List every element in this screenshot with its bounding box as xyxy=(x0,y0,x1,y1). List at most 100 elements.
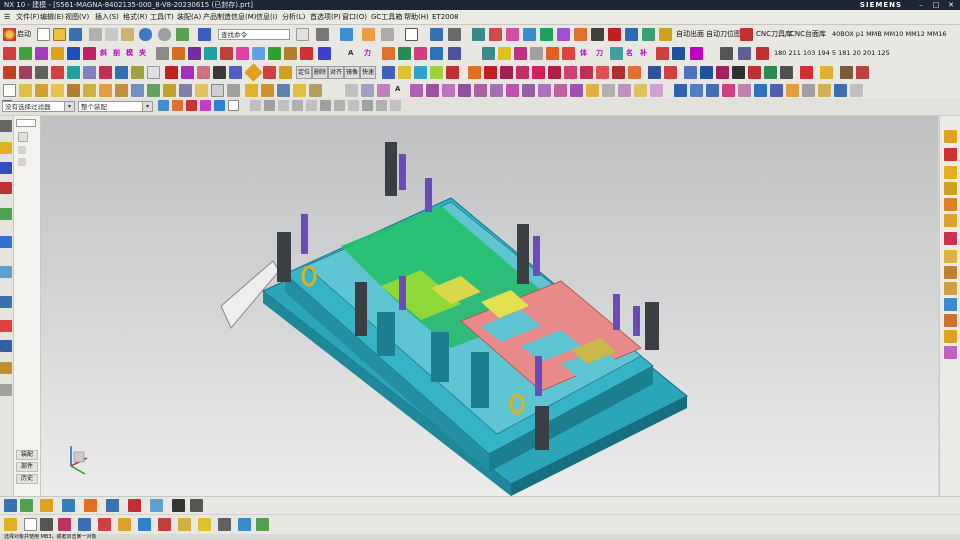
text-tool-name[interactable]: 名 xyxy=(626,47,633,60)
bottom-tool-19-icon[interactable] xyxy=(158,518,171,531)
right-tool-7-icon[interactable] xyxy=(944,232,957,245)
app-menu-icon[interactable]: ☰ xyxy=(2,10,12,24)
move-icon[interactable] xyxy=(430,28,443,41)
feature-27-icon[interactable] xyxy=(546,47,559,60)
mold-12-icon[interactable] xyxy=(181,66,194,79)
feature-24-icon[interactable] xyxy=(498,47,511,60)
surface-4-icon[interactable] xyxy=(634,84,647,97)
mold-29-icon[interactable] xyxy=(564,66,577,79)
assembly-navigator-icon[interactable] xyxy=(0,142,12,154)
right-tool-12-icon[interactable] xyxy=(944,314,957,327)
right-tool-8-icon[interactable] xyxy=(944,250,957,263)
curve-1-icon[interactable] xyxy=(410,84,423,97)
feature-18-icon[interactable] xyxy=(382,47,395,60)
shell-icon[interactable] xyxy=(227,84,240,97)
revolve-icon[interactable] xyxy=(35,84,48,97)
text-tool-force[interactable]: 力 xyxy=(364,47,371,60)
mold-34-icon[interactable] xyxy=(648,66,661,79)
layer-icon[interactable] xyxy=(381,28,394,41)
text-tool-fill[interactable]: 补 xyxy=(640,47,647,60)
history-icon[interactable] xyxy=(0,266,12,278)
spline-icon[interactable] xyxy=(377,84,390,97)
select-edge-icon[interactable] xyxy=(214,100,225,111)
analysis-8-icon[interactable] xyxy=(786,84,799,97)
bottom-tool-10-icon[interactable] xyxy=(190,499,203,512)
bottom-tool-16-icon[interactable] xyxy=(98,518,111,531)
tag-delete[interactable]: 删除 xyxy=(312,66,329,79)
mold-37-icon[interactable] xyxy=(700,66,713,79)
mold-15-icon[interactable] xyxy=(229,66,242,79)
mold-17-icon[interactable] xyxy=(279,66,292,79)
bottom-tool-3-icon[interactable] xyxy=(40,499,53,512)
tab-assembly[interactable]: 装配 xyxy=(16,450,38,460)
mold-18-icon[interactable] xyxy=(382,66,395,79)
scale-icon[interactable] xyxy=(261,84,274,97)
analysis-12-icon[interactable] xyxy=(850,84,863,97)
mold-21-icon[interactable] xyxy=(430,66,443,79)
mold-46-icon[interactable] xyxy=(856,66,869,79)
palette-icon[interactable] xyxy=(0,320,12,332)
subtract-icon[interactable] xyxy=(147,84,160,97)
text-tool-body[interactable]: 体 xyxy=(580,47,587,60)
gc-tool-3-icon[interactable] xyxy=(506,28,519,41)
cnc-tool-lib-button[interactable]: CNC刀具库 xyxy=(756,28,792,41)
offset-icon[interactable] xyxy=(245,84,258,97)
analysis-7-icon[interactable] xyxy=(770,84,783,97)
bottom-tool-21-icon[interactable] xyxy=(198,518,211,531)
mold-11-icon[interactable] xyxy=(165,66,178,79)
reuse-library-icon[interactable] xyxy=(0,208,12,220)
auto-tool-button[interactable]: 自动刀位图 xyxy=(706,28,741,41)
menu-pmi[interactable]: 产品制造信息(M) xyxy=(201,10,259,24)
mirror-body-icon[interactable] xyxy=(293,84,306,97)
mold-41-icon[interactable] xyxy=(764,66,777,79)
bottom-tool-23-icon[interactable] xyxy=(238,518,251,531)
mold-1-icon[interactable] xyxy=(3,66,16,79)
redo-icon[interactable] xyxy=(158,28,171,41)
extrude-icon[interactable] xyxy=(19,84,32,97)
feature-33-icon[interactable] xyxy=(720,47,733,60)
mold-7-icon[interactable] xyxy=(99,66,112,79)
close-button[interactable]: ✕ xyxy=(944,0,958,10)
right-tool-2-icon[interactable] xyxy=(944,148,957,161)
tag-quick[interactable]: 快速 xyxy=(360,66,377,79)
feature-6-icon[interactable] xyxy=(83,47,96,60)
surface-3-icon[interactable] xyxy=(618,84,631,97)
cnc-machine-lib-button[interactable]: CNC台面库 xyxy=(790,28,826,41)
process-studio-icon[interactable] xyxy=(0,384,12,396)
bottom-tool-8-icon[interactable] xyxy=(150,499,163,512)
maximize-button[interactable]: □ xyxy=(929,0,943,10)
command-search-input[interactable]: 查找命令 xyxy=(218,29,290,40)
settings-icon[interactable] xyxy=(0,120,12,132)
text-tool-1[interactable]: 斜 xyxy=(100,47,107,60)
mold-31-icon[interactable] xyxy=(596,66,609,79)
copy-icon[interactable] xyxy=(105,28,118,41)
sketch-icon[interactable] xyxy=(3,84,16,97)
feature-7-icon[interactable] xyxy=(156,47,169,60)
mold-3-icon[interactable] xyxy=(35,66,48,79)
bottom-tool-7-icon[interactable] xyxy=(128,499,141,512)
curve-4-icon[interactable] xyxy=(458,84,471,97)
surface-2-icon[interactable] xyxy=(602,84,615,97)
selection-filter-dropdown[interactable]: 没有选择过滤器 ▾ xyxy=(2,101,75,112)
graphics-viewport[interactable] xyxy=(41,116,938,496)
undo-icon[interactable] xyxy=(139,28,152,41)
analysis-11-icon[interactable] xyxy=(834,84,847,97)
snap-icon[interactable] xyxy=(448,28,461,41)
render-style-icon[interactable] xyxy=(362,28,375,41)
menu-gc-toolkit[interactable]: GC工具箱 xyxy=(369,10,404,24)
arc-icon[interactable] xyxy=(361,84,374,97)
feature-13-icon[interactable] xyxy=(252,47,265,60)
right-tool-4-icon[interactable] xyxy=(944,182,957,195)
mold-33-icon[interactable] xyxy=(628,66,641,79)
gc-tool-8-icon[interactable] xyxy=(591,28,604,41)
menu-view[interactable]: 视图(V) xyxy=(63,10,91,24)
bottom-tool-11-icon[interactable] xyxy=(4,518,17,531)
boss-icon[interactable] xyxy=(67,84,80,97)
curve-10-icon[interactable] xyxy=(554,84,567,97)
tree-node-icon[interactable] xyxy=(18,158,26,166)
mold-28-icon[interactable] xyxy=(548,66,561,79)
feature-25-icon[interactable] xyxy=(514,47,527,60)
feature-32-icon[interactable] xyxy=(690,47,703,60)
snap-point-2-icon[interactable] xyxy=(264,100,275,111)
bottom-tool-15-icon[interactable] xyxy=(78,518,91,531)
